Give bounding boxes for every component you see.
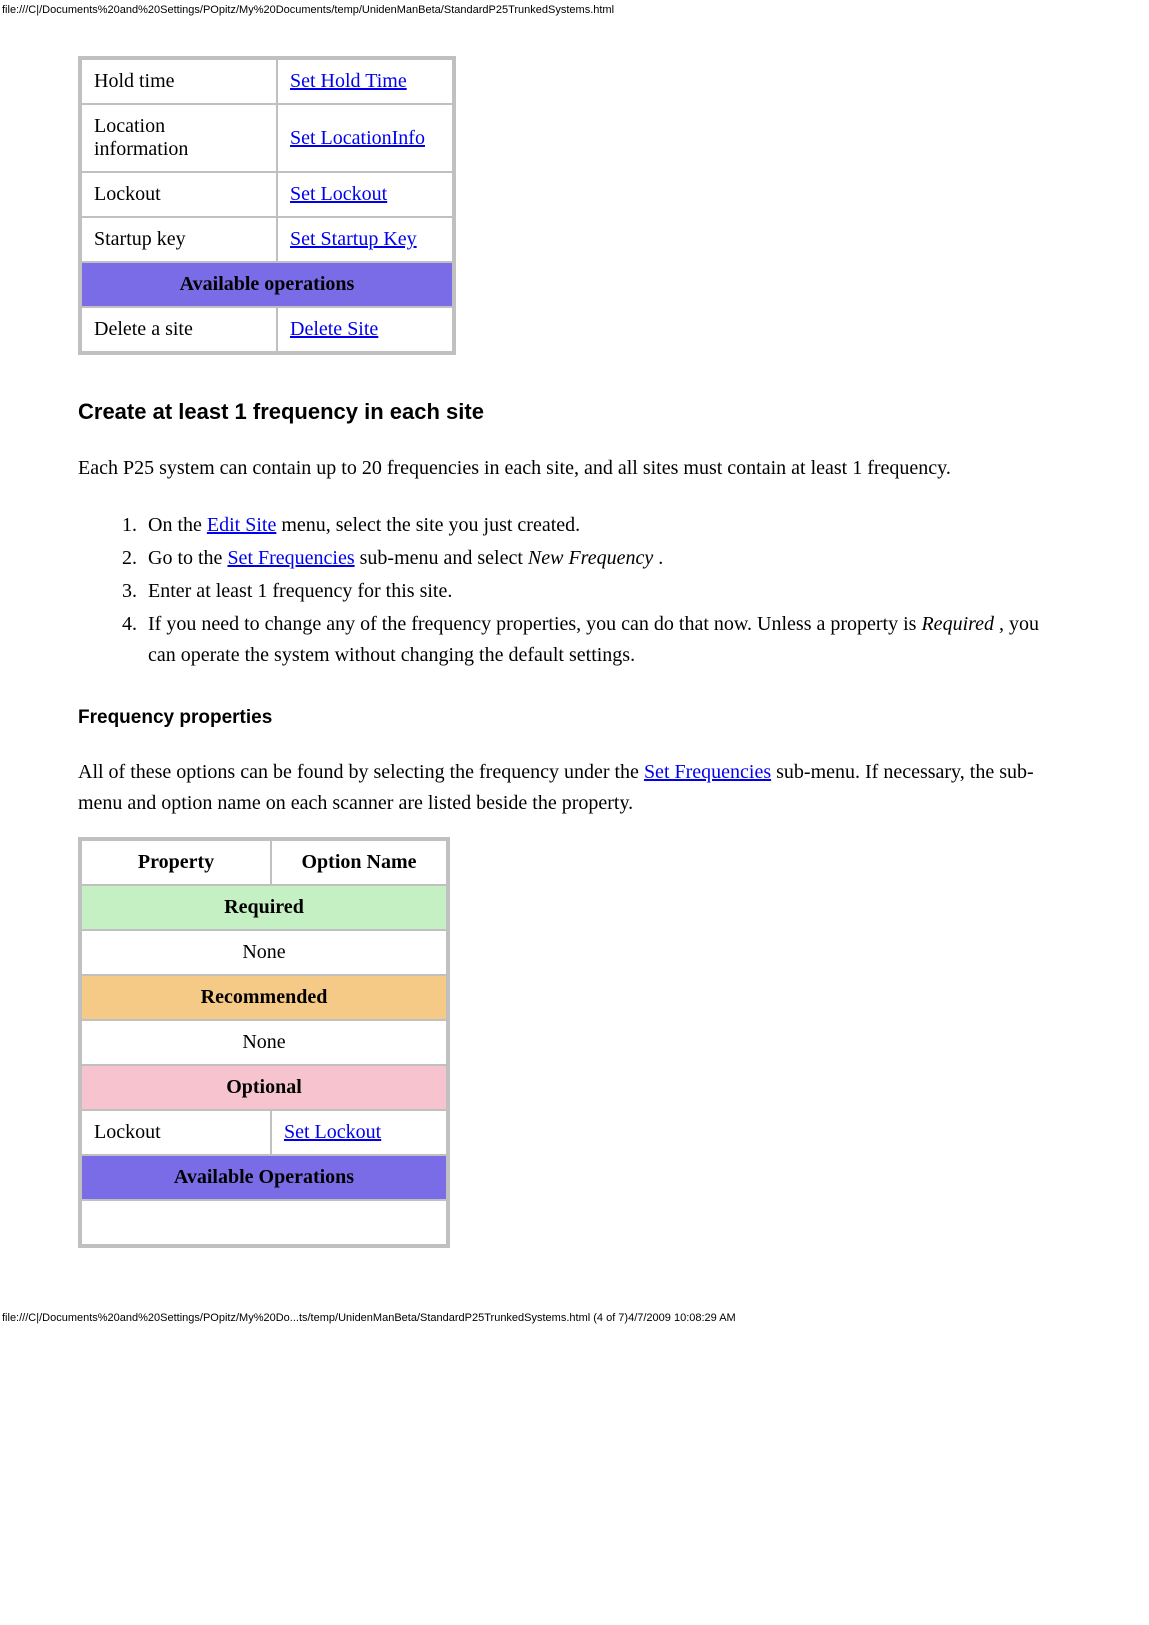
steps-list: On the Edit Site menu, select the site y… (78, 510, 1071, 671)
available-operations-header-2: Available Operations (82, 1156, 446, 1199)
property-cell: Location information (82, 105, 276, 171)
text-fragment: Go to the (148, 547, 227, 569)
recommended-header: Recommended (82, 976, 446, 1019)
available-operations-header: Available operations (82, 263, 452, 306)
property-cell: Startup key (82, 218, 276, 261)
property-cell: Lockout (82, 1111, 270, 1154)
option-cell: Delete Site (278, 308, 452, 351)
emphasis: New Frequency (528, 547, 653, 569)
list-item: Enter at least 1 frequency for this site… (142, 576, 1071, 607)
delete-site-link[interactable]: Delete Site (290, 318, 378, 340)
property-cell: Lockout (82, 173, 276, 216)
header-url: file:///C|/Documents%20and%20Settings/PO… (0, 0, 1149, 16)
table-row: None (82, 1021, 446, 1064)
paragraph: Each P25 system can contain up to 20 fre… (78, 453, 1071, 484)
section-row: Optional (82, 1066, 446, 1109)
list-item: On the Edit Site menu, select the site y… (142, 510, 1071, 541)
section-row: Available Operations (82, 1156, 446, 1199)
table-row: Hold time Set Hold Time (82, 60, 452, 103)
table-row: Lockout Set Lockout (82, 173, 452, 216)
text-fragment: sub-menu and select (355, 547, 528, 569)
set-frequencies-link[interactable]: Set Frequencies (227, 547, 354, 569)
table-header-row: Property Option Name (82, 841, 446, 884)
none-cell: None (82, 931, 446, 974)
list-item: If you need to change any of the frequen… (142, 609, 1071, 671)
set-locationinfo-link[interactable]: Set LocationInfo (290, 127, 425, 149)
table-row (82, 1201, 446, 1244)
emphasis: Required (921, 613, 994, 635)
set-frequencies-link-2[interactable]: Set Frequencies (644, 761, 771, 783)
property-cell: Delete a site (82, 308, 276, 351)
create-frequency-heading: Create at least 1 frequency in each site (78, 399, 1071, 425)
frequency-properties-heading: Frequency properties (78, 707, 1071, 729)
option-name-header: Option Name (272, 841, 446, 884)
frequency-properties-table: Property Option Name Required None Recom… (78, 837, 450, 1248)
table-row: None (82, 931, 446, 974)
page-content: Hold time Set Hold Time Location informa… (0, 56, 1149, 1248)
none-cell: None (82, 1021, 446, 1064)
option-cell: Set Lockout (278, 173, 452, 216)
table-row: Startup key Set Startup Key (82, 218, 452, 261)
site-properties-table: Hold time Set Hold Time Location informa… (78, 56, 456, 355)
list-item: Go to the Set Frequencies sub-menu and s… (142, 543, 1071, 574)
section-row: Recommended (82, 976, 446, 1019)
set-startup-key-link[interactable]: Set Startup Key (290, 228, 417, 250)
empty-cell (82, 1201, 446, 1244)
text-fragment: . (653, 547, 663, 569)
property-cell: Hold time (82, 60, 276, 103)
text-fragment: All of these options can be found by sel… (78, 761, 644, 783)
option-cell: Set Lockout (272, 1111, 446, 1154)
set-lockout-link-2[interactable]: Set Lockout (284, 1121, 381, 1143)
table-row: Delete a site Delete Site (82, 308, 452, 351)
paragraph: All of these options can be found by sel… (78, 757, 1071, 819)
required-header: Required (82, 886, 446, 929)
text-fragment: On the (148, 514, 207, 536)
section-row: Available operations (82, 263, 452, 306)
option-cell: Set LocationInfo (278, 105, 452, 171)
footer-url: file:///C|/Documents%20and%20Settings/PO… (0, 1248, 1149, 1324)
option-cell: Set Hold Time (278, 60, 452, 103)
text-fragment: If you need to change any of the frequen… (148, 613, 921, 635)
text-fragment: menu, select the site you just created. (276, 514, 580, 536)
property-header: Property (82, 841, 270, 884)
option-cell: Set Startup Key (278, 218, 452, 261)
set-hold-time-link[interactable]: Set Hold Time (290, 70, 407, 92)
optional-header: Optional (82, 1066, 446, 1109)
set-lockout-link[interactable]: Set Lockout (290, 183, 387, 205)
section-row: Required (82, 886, 446, 929)
edit-site-link[interactable]: Edit Site (207, 514, 276, 536)
table-row: Location information Set LocationInfo (82, 105, 452, 171)
table-row: Lockout Set Lockout (82, 1111, 446, 1154)
